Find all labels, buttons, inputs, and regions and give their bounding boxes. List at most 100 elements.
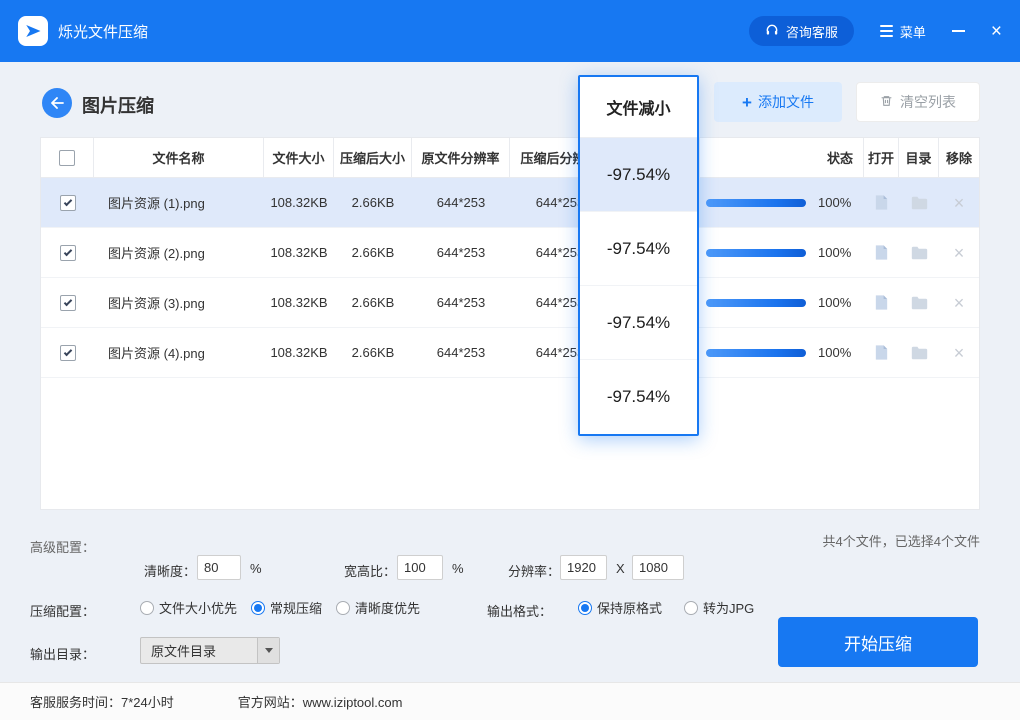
progress-percent: 100%	[818, 295, 851, 310]
close-button[interactable]: ×	[991, 22, 1002, 41]
progress-bar	[706, 249, 806, 257]
remove-file-button[interactable]: ×	[954, 244, 965, 262]
remove-file-button[interactable]: ×	[954, 194, 965, 212]
document-icon	[874, 344, 889, 361]
file-size: 108.32KB	[264, 195, 334, 210]
col-header-status: 状态	[700, 138, 864, 177]
folder-icon	[911, 346, 928, 360]
compressed-size: 2.66KB	[334, 195, 412, 210]
advanced-config-label: 高级配置：	[30, 537, 95, 556]
reduction-popup-value: -97.54%	[580, 360, 697, 434]
resolution-label: 分辨率：	[508, 561, 560, 580]
row-checkbox[interactable]	[60, 295, 76, 311]
minimize-button[interactable]	[952, 21, 965, 41]
support-label: 咨询客服	[786, 22, 838, 41]
radio-icon	[140, 601, 154, 615]
row-checkbox[interactable]	[60, 195, 76, 211]
open-file-button[interactable]	[864, 294, 899, 311]
original-resolution: 644*253	[412, 195, 510, 210]
add-files-label: 添加文件	[758, 92, 814, 112]
document-icon	[874, 244, 889, 261]
open-directory-button[interactable]	[899, 346, 939, 360]
radio-icon	[251, 601, 265, 615]
file-name: 图片资源 (4).png	[94, 343, 264, 362]
radio-size-priority[interactable]: 文件大小优先	[140, 598, 237, 617]
progress-bar	[706, 349, 806, 357]
clarity-input[interactable]	[197, 555, 241, 580]
reduction-popup-value: -97.54%	[580, 286, 697, 360]
resolution-width-input[interactable]	[560, 555, 607, 580]
app-window: 烁光文件压缩 咨询客服 菜单 × 图片压缩	[0, 0, 1020, 720]
file-name: 图片资源 (3).png	[94, 293, 264, 312]
output-format-options: 保持原格式 转为JPG	[578, 598, 754, 617]
menu-label: 菜单	[900, 22, 926, 41]
col-header-size: 文件大小	[264, 138, 334, 177]
remove-file-button[interactable]: ×	[954, 294, 965, 312]
aspect-ratio-input[interactable]	[397, 555, 443, 580]
titlebar: 烁光文件压缩 咨询客服 菜单 ×	[0, 0, 1020, 62]
col-header-compressed-size: 压缩后大小	[334, 138, 412, 177]
radio-label: 清晰度优先	[355, 598, 420, 617]
col-header-directory: 目录	[899, 138, 939, 177]
table-row[interactable]: 图片资源 (4).png 108.32KB 2.66KB 644*253 644…	[41, 328, 979, 378]
page-title: 图片压缩	[82, 92, 154, 118]
service-time-text: 客服服务时间：7*24小时	[30, 692, 174, 711]
app-logo-icon	[18, 16, 48, 46]
radio-clarity-priority[interactable]: 清晰度优先	[336, 598, 420, 617]
output-dir-value: 原文件目录	[141, 641, 257, 660]
dropdown-button[interactable]	[257, 638, 279, 663]
compress-mode-options: 文件大小优先 常规压缩 清晰度优先	[140, 598, 420, 617]
compress-mode-label: 压缩配置：	[30, 601, 95, 620]
support-button[interactable]: 咨询客服	[749, 16, 854, 46]
progress-percent: 100%	[818, 245, 851, 260]
row-checkbox[interactable]	[60, 245, 76, 261]
radio-label: 保持原格式	[597, 598, 662, 617]
open-file-button[interactable]	[864, 344, 899, 361]
reduction-popup-value: -97.54%	[580, 138, 697, 212]
file-count-summary: 共4个文件，已选择4个文件	[823, 531, 980, 550]
resolution-x-separator: X	[616, 561, 625, 576]
clear-list-button[interactable]: 清空列表	[856, 82, 980, 122]
radio-convert-jpg[interactable]: 转为JPG	[684, 598, 754, 617]
radio-normal-compress[interactable]: 常规压缩	[251, 598, 322, 617]
col-header-original-resolution: 原文件分辨率	[412, 138, 510, 177]
document-icon	[874, 294, 889, 311]
radio-keep-format[interactable]: 保持原格式	[578, 598, 662, 617]
open-file-button[interactable]	[864, 194, 899, 211]
select-all-checkbox[interactable]	[59, 150, 75, 166]
menu-button[interactable]: 菜单	[880, 22, 926, 41]
add-files-button[interactable]: + 添加文件	[714, 82, 842, 122]
open-directory-button[interactable]	[899, 246, 939, 260]
open-directory-button[interactable]	[899, 196, 939, 210]
resolution-height-input[interactable]	[632, 555, 684, 580]
folder-icon	[911, 296, 928, 310]
table-row[interactable]: 图片资源 (1).png 108.32KB 2.66KB 644*253 644…	[41, 178, 979, 228]
radio-icon	[578, 601, 592, 615]
radio-label: 转为JPG	[703, 598, 754, 617]
file-size: 108.32KB	[264, 295, 334, 310]
compressed-size: 2.66KB	[334, 295, 412, 310]
file-size: 108.32KB	[264, 245, 334, 260]
folder-icon	[911, 246, 928, 260]
table-row[interactable]: 图片资源 (3).png 108.32KB 2.66KB 644*253 644…	[41, 278, 979, 328]
reduction-popup-header: 文件减小	[580, 77, 697, 138]
open-directory-button[interactable]	[899, 296, 939, 310]
reduction-popup: 文件减小 -97.54% -97.54% -97.54% -97.54%	[578, 75, 699, 436]
file-size: 108.32KB	[264, 345, 334, 360]
output-dir-label: 输出目录：	[30, 644, 95, 663]
row-checkbox[interactable]	[60, 345, 76, 361]
col-header-remove: 移除	[939, 138, 979, 177]
open-file-button[interactable]	[864, 244, 899, 261]
original-resolution: 644*253	[412, 245, 510, 260]
table-row[interactable]: 图片资源 (2).png 108.32KB 2.66KB 644*253 644…	[41, 228, 979, 278]
official-website-text: 官方网站：www.iziptool.com	[238, 692, 403, 711]
compressed-size: 2.66KB	[334, 245, 412, 260]
output-dir-dropdown[interactable]: 原文件目录	[140, 637, 280, 664]
arrow-left-icon	[50, 97, 64, 109]
progress-bar	[706, 199, 806, 207]
headset-icon	[765, 23, 779, 40]
start-compress-button[interactable]: 开始压缩	[778, 617, 978, 667]
radio-icon	[684, 601, 698, 615]
back-button[interactable]	[42, 88, 72, 118]
remove-file-button[interactable]: ×	[954, 344, 965, 362]
